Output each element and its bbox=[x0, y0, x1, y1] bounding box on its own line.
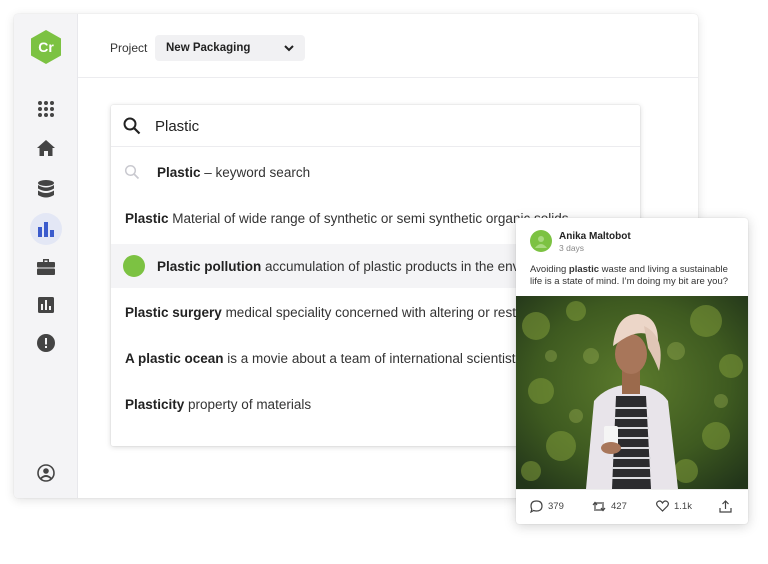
search-icon bbox=[124, 164, 140, 180]
report-icon bbox=[38, 297, 54, 313]
social-post-card: Anika Maltobot 3 days Avoiding plastic w… bbox=[516, 218, 748, 524]
project-select[interactable]: New Packaging bbox=[155, 35, 305, 61]
repost-button[interactable]: 427 bbox=[592, 500, 627, 513]
account-icon bbox=[37, 464, 55, 482]
nav-alerts[interactable] bbox=[30, 327, 62, 359]
nav-analytics[interactable] bbox=[30, 213, 62, 245]
briefcase-icon bbox=[37, 259, 55, 275]
nav-account[interactable] bbox=[30, 457, 62, 489]
like-button[interactable]: 1.1k bbox=[656, 500, 692, 512]
result-term: Plastic bbox=[125, 210, 169, 226]
nav-home[interactable] bbox=[30, 132, 62, 164]
repost-icon bbox=[592, 501, 606, 512]
comment-icon bbox=[530, 500, 543, 513]
result-desc: is a movie about a team of international… bbox=[223, 350, 523, 366]
search-bar bbox=[111, 105, 640, 147]
result-desc: Material of wide range of synthetic or s… bbox=[168, 210, 569, 226]
brand-logo[interactable]: Cr bbox=[31, 30, 61, 64]
project-select-value: New Packaging bbox=[166, 42, 251, 54]
database-icon bbox=[38, 180, 54, 198]
project-label: Project bbox=[110, 41, 148, 55]
apps-grid-icon bbox=[38, 101, 54, 117]
post-text: Avoiding plastic waste and living a sust… bbox=[530, 264, 729, 287]
chevron-down-icon bbox=[284, 45, 294, 52]
result-term: Plastic pollution bbox=[157, 258, 262, 274]
woman-portrait-image bbox=[516, 296, 748, 489]
repost-count: 427 bbox=[611, 501, 627, 512]
top-header: Project New Packaging bbox=[78, 14, 698, 78]
heart-icon bbox=[656, 500, 669, 512]
share-button[interactable] bbox=[719, 500, 732, 513]
user-icon bbox=[535, 236, 547, 248]
result-term: Plastic bbox=[157, 164, 201, 180]
nav-database[interactable] bbox=[30, 173, 62, 205]
green-dot-icon bbox=[123, 255, 145, 277]
result-term: A plastic ocean bbox=[125, 350, 224, 366]
nav-apps[interactable] bbox=[30, 93, 62, 125]
logo-text: Cr bbox=[38, 39, 54, 55]
comment-count: 379 bbox=[548, 501, 564, 512]
search-input[interactable] bbox=[155, 114, 555, 138]
search-icon bbox=[123, 117, 141, 135]
nav-reports[interactable] bbox=[30, 289, 62, 321]
result-desc: property of materials bbox=[184, 396, 312, 412]
result-desc: medical speciality concerned with alteri… bbox=[221, 304, 546, 320]
comment-button[interactable]: 379 bbox=[530, 500, 564, 513]
alert-icon bbox=[37, 334, 55, 352]
sidebar: Cr bbox=[14, 14, 78, 498]
avatar[interactable] bbox=[530, 230, 552, 252]
search-result-keyword[interactable]: Plastic – keyword search bbox=[111, 150, 640, 194]
post-actions: 379 427 1.1k bbox=[516, 489, 748, 524]
post-text-highlight: plastic bbox=[568, 264, 600, 275]
result-term: Plastic surgery bbox=[125, 304, 222, 320]
post-photo[interactable] bbox=[516, 296, 748, 489]
result-desc: – keyword search bbox=[200, 164, 311, 180]
post-author[interactable]: Anika Maltobot bbox=[559, 231, 631, 242]
post-time: 3 days bbox=[559, 243, 585, 253]
bar-chart-icon bbox=[38, 222, 54, 237]
like-count: 1.1k bbox=[674, 500, 692, 512]
result-term: Plasticity bbox=[125, 396, 185, 412]
nav-briefcase[interactable] bbox=[30, 251, 62, 283]
share-icon bbox=[719, 500, 732, 513]
home-icon bbox=[37, 140, 55, 156]
